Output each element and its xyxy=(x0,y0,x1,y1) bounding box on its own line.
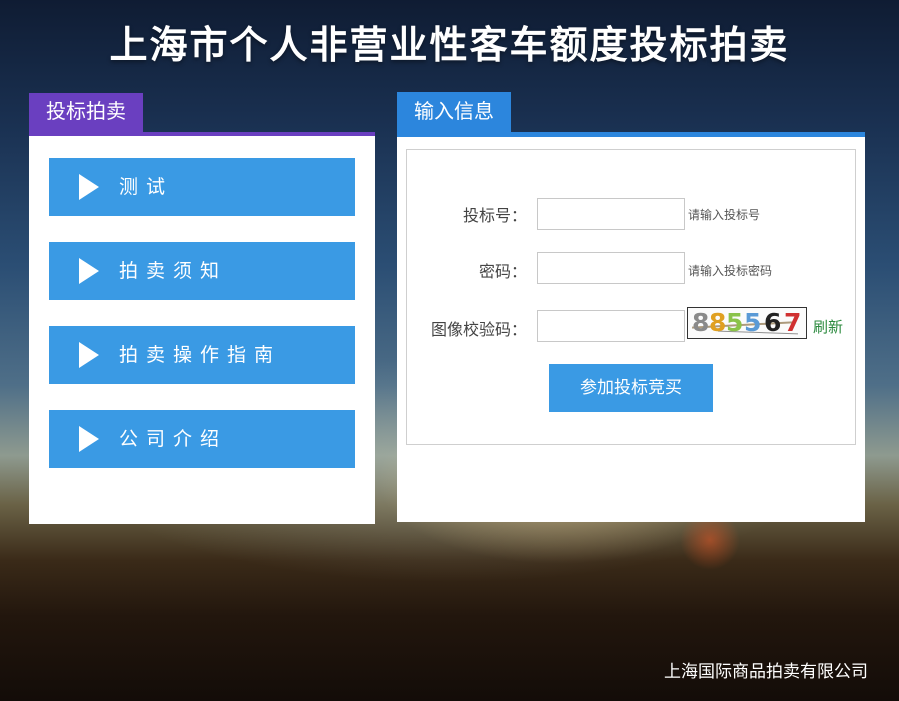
bid-number-input[interactable] xyxy=(537,198,685,230)
login-form: 投标号： 请输入投标号 密码： 请输入投标密码 图像校验码： 885567 刷新… xyxy=(406,149,856,445)
menu-item-company-intro[interactable]: 公司介绍 xyxy=(49,410,355,468)
submit-bid-button[interactable]: 参加投标竞买 xyxy=(549,364,713,412)
auction-menu-body: 测试 拍卖须知 拍卖操作指南 公司介绍 xyxy=(29,136,375,524)
play-icon xyxy=(79,426,99,452)
auction-menu-panel: 投标拍卖 测试 拍卖须知 拍卖操作指南 公司介绍 xyxy=(29,93,375,524)
password-hint: 请输入投标密码 xyxy=(688,264,773,278)
bid-number-hint: 请输入投标号 xyxy=(688,208,761,222)
menu-item-label: 测试 xyxy=(119,176,174,198)
play-icon xyxy=(79,174,99,200)
input-info-panel: 输入信息 投标号： 请输入投标号 密码： 请输入投标密码 图像校验码： 8855… xyxy=(397,92,865,522)
menu-item-test[interactable]: 测试 xyxy=(49,158,355,216)
input-info-body: 投标号： 请输入投标号 密码： 请输入投标密码 图像校验码： 885567 刷新… xyxy=(397,137,865,522)
play-icon xyxy=(79,342,99,368)
captcha-digit: 6 xyxy=(764,308,782,337)
menu-item-operation-guide[interactable]: 拍卖操作指南 xyxy=(49,326,355,384)
captcha-digit: 8 xyxy=(709,308,727,337)
captcha-input[interactable] xyxy=(537,310,685,342)
captcha-digit: 7 xyxy=(784,308,802,337)
company-footer: 上海国际商品拍卖有限公司 xyxy=(664,662,868,682)
page-title: 上海市个人非营业性客车额度投标拍卖 xyxy=(109,23,790,67)
captcha-digit: 5 xyxy=(726,308,744,337)
bid-number-label: 投标号： xyxy=(462,206,527,225)
password-input[interactable] xyxy=(537,252,685,284)
menu-item-label: 公司介绍 xyxy=(119,428,228,450)
captcha-digit: 8 xyxy=(692,308,710,337)
input-info-tab: 输入信息 xyxy=(397,92,511,132)
auction-menu-tab: 投标拍卖 xyxy=(29,93,143,132)
captcha-digit: 5 xyxy=(744,308,762,337)
captcha-label: 图像校验码： xyxy=(430,320,527,339)
play-icon xyxy=(79,258,99,284)
menu-item-auction-notice[interactable]: 拍卖须知 xyxy=(49,242,355,300)
menu-item-label: 拍卖操作指南 xyxy=(119,344,282,366)
captcha-refresh-link[interactable]: 刷新 xyxy=(813,316,843,337)
menu-item-label: 拍卖须知 xyxy=(119,260,228,282)
password-label: 密码： xyxy=(478,262,527,281)
captcha-image[interactable]: 885567 xyxy=(687,307,807,339)
